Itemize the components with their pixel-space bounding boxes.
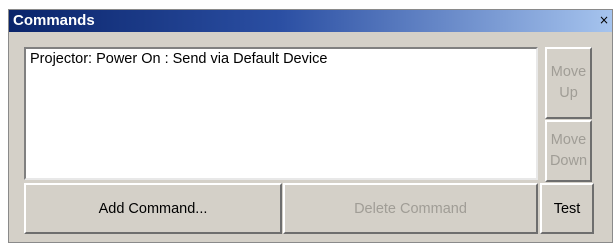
title-bar: Commands ×	[9, 10, 612, 32]
window-title: Commands	[13, 12, 95, 29]
close-icon[interactable]: ×	[598, 14, 610, 27]
move-up-button[interactable]: Move Up	[545, 47, 592, 119]
add-command-button[interactable]: Add Command...	[24, 183, 282, 234]
test-button[interactable]: Test	[540, 183, 594, 234]
delete-command-label: Delete Command	[354, 200, 467, 217]
move-down-label-line1: Move	[550, 132, 587, 148]
move-down-label-line2: Down	[549, 153, 588, 169]
add-command-label: Add Command...	[98, 200, 208, 217]
move-down-button[interactable]: Move Down	[545, 120, 592, 182]
move-up-label-line1: Move	[550, 64, 587, 80]
test-label: Test	[553, 200, 581, 217]
move-up-label-line2: Up	[559, 85, 578, 101]
commands-list[interactable]: Projector: Power On : Send via Default D…	[24, 47, 538, 180]
delete-command-button[interactable]: Delete Command	[283, 183, 538, 234]
list-item[interactable]: Projector: Power On : Send via Default D…	[30, 50, 532, 69]
